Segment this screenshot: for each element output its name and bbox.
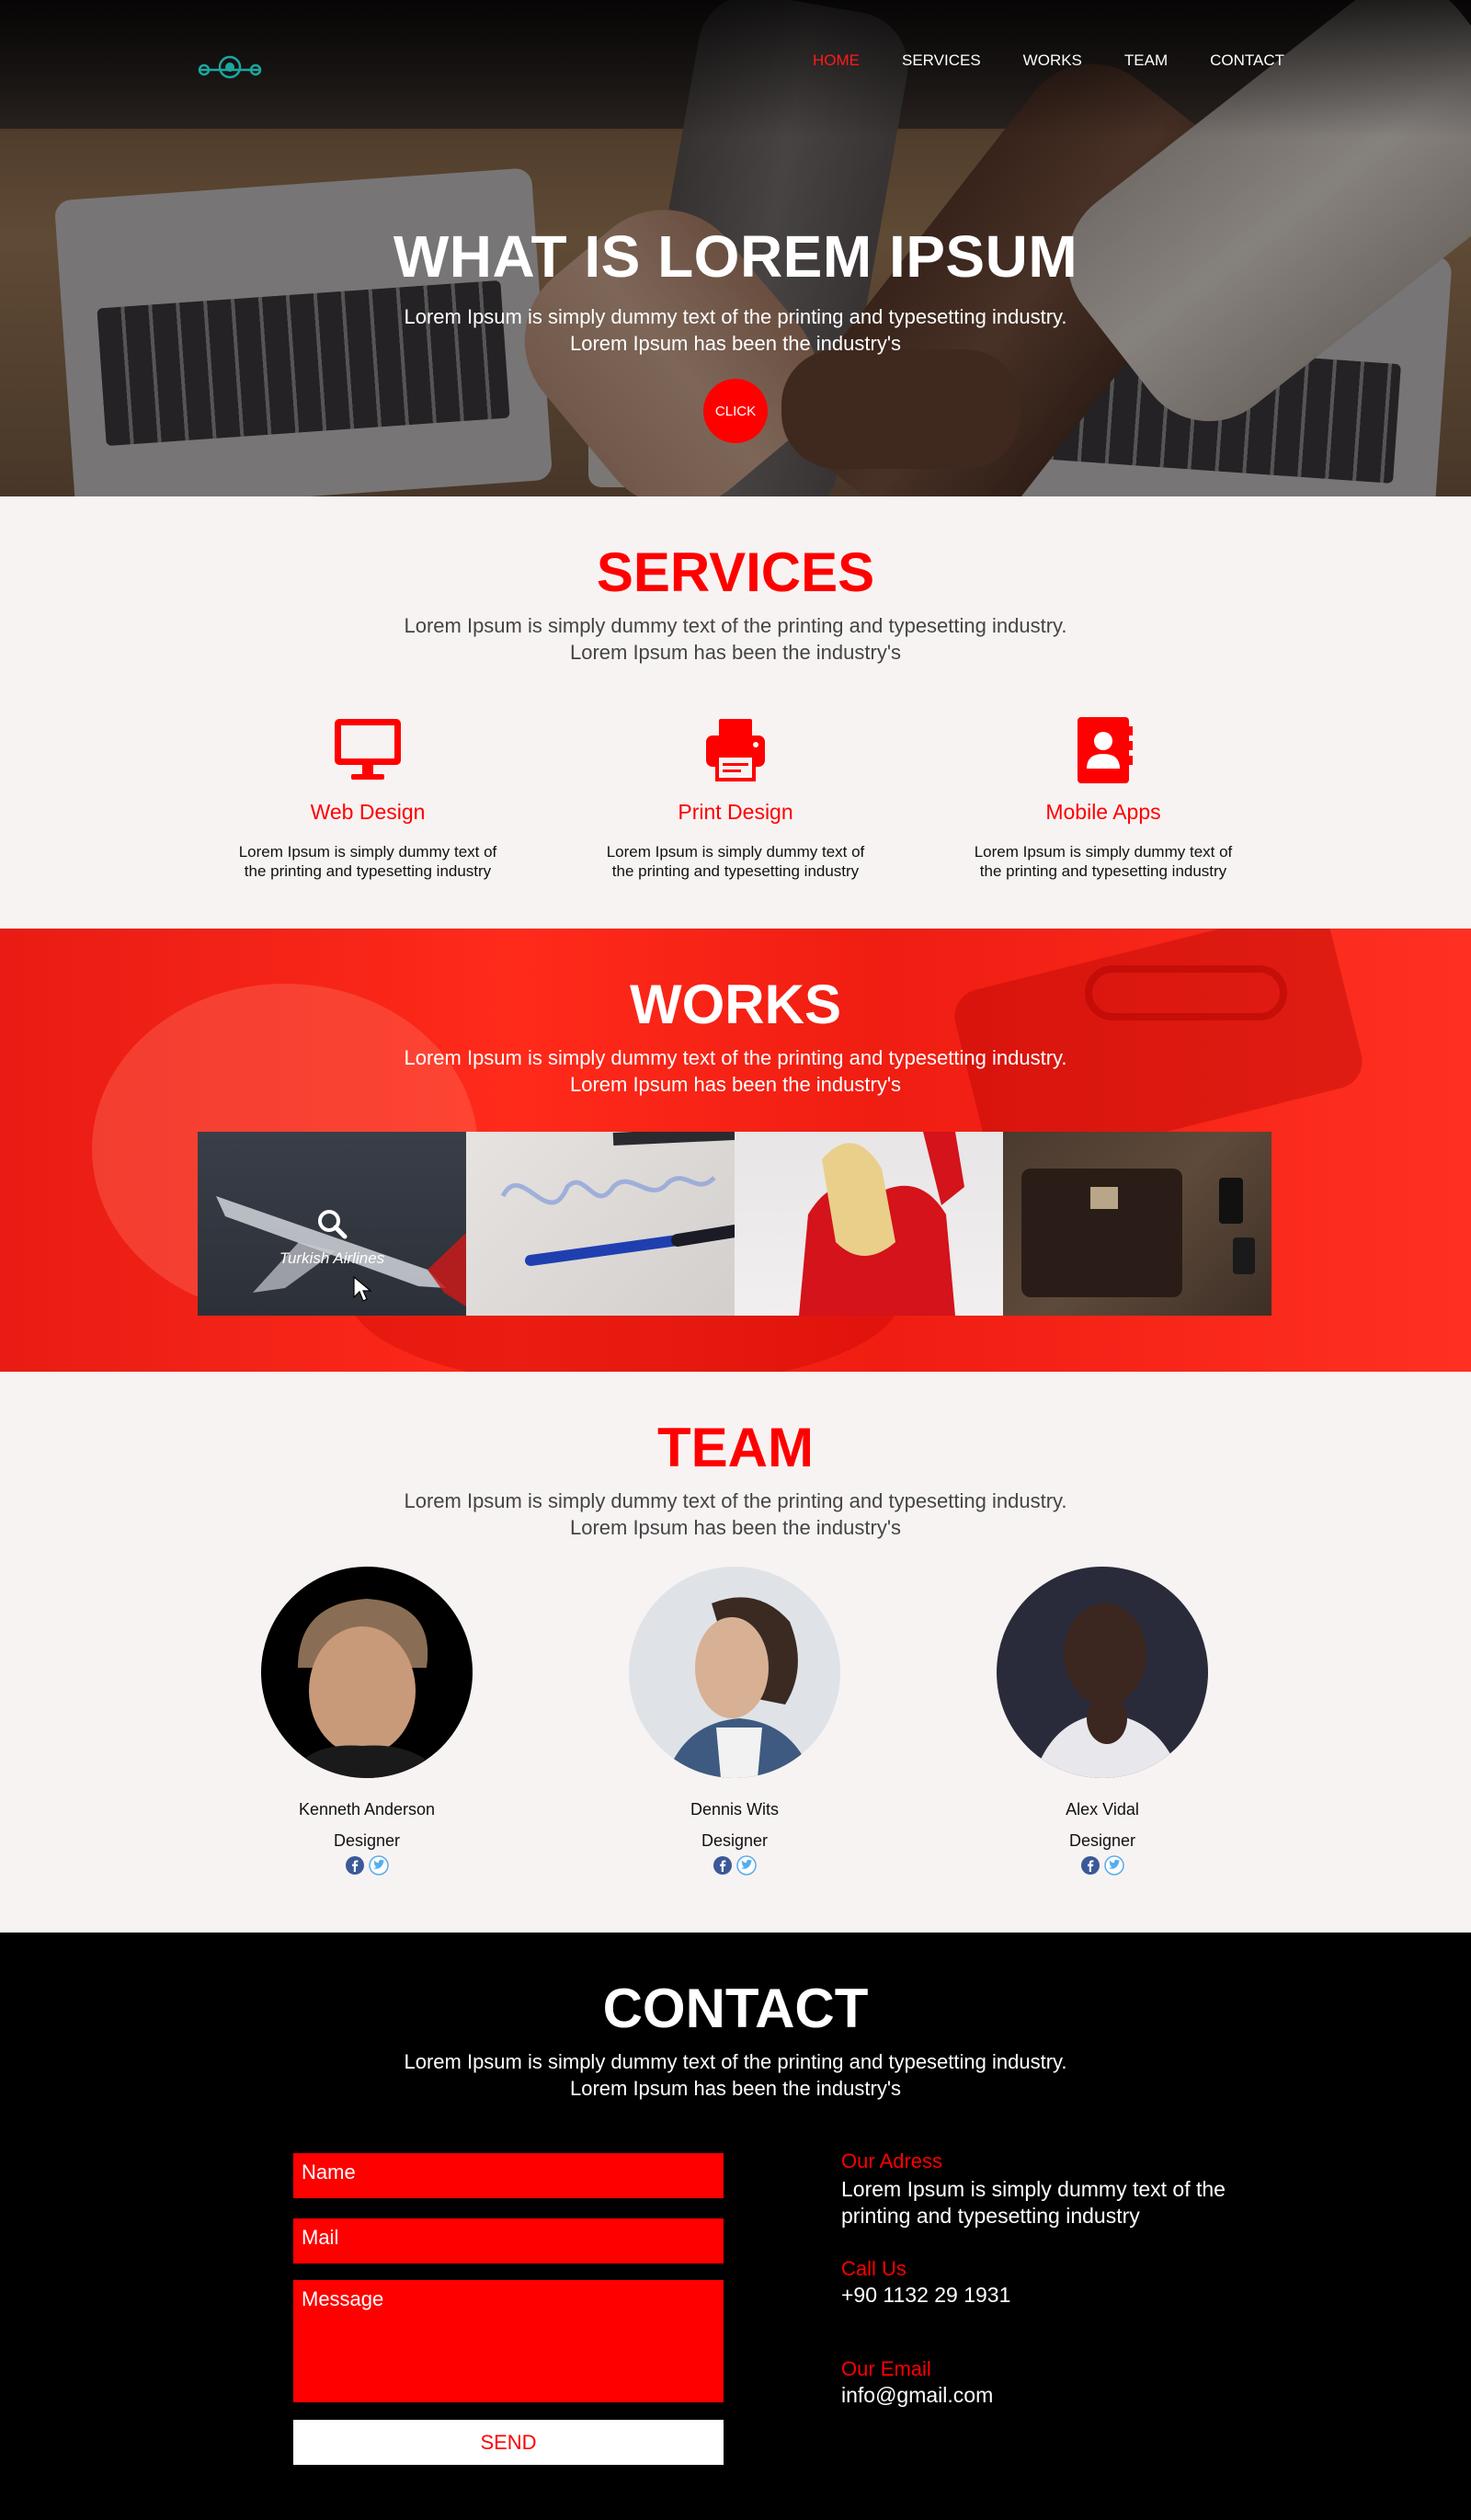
services-subtitle-line: Lorem Ipsum has been the industry's: [569, 641, 902, 664]
twitter-icon[interactable]: [1104, 1855, 1124, 1876]
work-tile-red-hoodie[interactable]: [735, 1132, 1003, 1316]
service-name: Mobile Apps: [1045, 800, 1161, 824]
main-nav: HOME SERVICES WORKS TEAM CONTACT: [813, 51, 1284, 70]
service-desc-line: Lorem Ipsum is simply dummy text of: [606, 843, 865, 861]
avatar: [997, 1567, 1208, 1778]
contact-subtitle: Lorem Ipsum is simply dummy text of the …: [0, 2048, 1471, 2102]
service-desc: Lorem Ipsum is simply dummy text of the …: [584, 842, 887, 881]
service-desc-line: Lorem Ipsum is simply dummy text of: [238, 843, 497, 861]
team-subtitle-line: Lorem Ipsum has been the industry's: [569, 1516, 902, 1539]
services-subtitle-line: Lorem Ipsum is simply dummy text of the …: [404, 614, 1067, 637]
hero-subtitle: Lorem Ipsum is simply dummy text of the …: [0, 303, 1471, 357]
member-social-links: [983, 1855, 1222, 1876]
message-field[interactable]: Message: [293, 2280, 724, 2402]
works-subtitle: Lorem Ipsum is simply dummy text of the …: [0, 1044, 1471, 1098]
phone-label: Call Us: [841, 2257, 907, 2280]
work-tile-airline[interactable]: Turkish Airlines: [198, 1132, 466, 1316]
contact-section: CONTACT Lorem Ipsum is simply dummy text…: [0, 1933, 1471, 2520]
service-name: Web Design: [310, 800, 426, 824]
services-section: SERVICES Lorem Ipsum is simply dummy tex…: [0, 496, 1471, 929]
phone-value[interactable]: +90 1132 29 1931: [841, 2282, 1319, 2309]
address-label: Our Adress: [841, 2149, 943, 2172]
name-field[interactable]: Name: [293, 2153, 724, 2198]
facebook-icon[interactable]: [713, 1855, 733, 1876]
search-icon[interactable]: [315, 1207, 348, 1240]
avatar: [629, 1567, 840, 1778]
nav-services[interactable]: SERVICES: [902, 51, 981, 70]
member-role: Designer: [1068, 1831, 1136, 1850]
service-desc: Lorem Ipsum is simply dummy text of the …: [216, 842, 519, 881]
works-subtitle-line: Lorem Ipsum has been the industry's: [569, 1073, 902, 1096]
service-print-design[interactable]: Print Design Lorem Ipsum is simply dummy…: [584, 713, 887, 881]
avatar-photo: [1033, 1603, 1180, 1778]
address-line: Lorem Ipsum is simply dummy text of the: [841, 2177, 1226, 2201]
address-line: printing and typesetting industry: [841, 2204, 1140, 2228]
nav-works[interactable]: WORKS: [1023, 51, 1082, 70]
team-subtitle: Lorem Ipsum is simply dummy text of the …: [0, 1488, 1471, 1541]
avatar-photo: [289, 1599, 445, 1778]
member-social-links: [247, 1855, 486, 1876]
mouse-cursor-icon: [353, 1275, 372, 1302]
services-subtitle: Lorem Ipsum is simply dummy text of the …: [0, 612, 1471, 666]
service-name: Print Design: [678, 800, 793, 824]
team-member-card: Alex Vidal Designer: [983, 1567, 1222, 1876]
lettering-image: [500, 1132, 735, 1266]
avatar-photo: [666, 1597, 813, 1778]
team-section: TEAM Lorem Ipsum is simply dummy text of…: [0, 1372, 1471, 1933]
nav-home[interactable]: HOME: [813, 51, 860, 70]
contact-subtitle-line: Lorem Ipsum is simply dummy text of the …: [404, 2050, 1067, 2073]
email-value[interactable]: info@gmail.com: [841, 2382, 1319, 2409]
team-title: TEAM: [657, 1417, 814, 1478]
nav-contact[interactable]: CONTACT: [1210, 51, 1284, 70]
service-desc-line: Lorem Ipsum is simply dummy text of: [974, 843, 1233, 861]
works-section: WORKS Lorem Ipsum is simply dummy text o…: [0, 929, 1471, 1372]
address-value: Lorem Ipsum is simply dummy text of the …: [841, 2176, 1319, 2229]
hero-section: HOME SERVICES WORKS TEAM CONTACT WHAT IS…: [0, 0, 1471, 496]
hero-title: WHAT IS LOREM IPSUM: [393, 223, 1078, 290]
contact-title: CONTACT: [602, 1978, 869, 2039]
service-desc: Lorem Ipsum is simply dummy text of the …: [952, 842, 1255, 881]
hero-subtitle-line: Lorem Ipsum is simply dummy text of the …: [404, 305, 1067, 328]
member-role: Designer: [333, 1831, 401, 1850]
service-web-design[interactable]: Web Design Lorem Ipsum is simply dummy t…: [216, 713, 519, 881]
nav-team[interactable]: TEAM: [1124, 51, 1168, 70]
service-desc-line: the printing and typesetting industry: [979, 862, 1227, 880]
avatar: [261, 1567, 473, 1778]
hero-click-button[interactable]: CLICK: [703, 379, 768, 443]
team-member-card: Dennis Wits Designer: [615, 1567, 854, 1876]
member-name: Dennis Wits: [690, 1800, 780, 1819]
service-mobile-apps[interactable]: Mobile Apps Lorem Ipsum is simply dummy …: [952, 713, 1255, 881]
mail-field[interactable]: Mail: [293, 2218, 724, 2263]
team-member-card: Kenneth Anderson Designer: [247, 1567, 486, 1876]
services-title: SERVICES: [596, 542, 875, 603]
service-desc-line: the printing and typesetting industry: [244, 862, 492, 880]
facebook-icon[interactable]: [345, 1855, 365, 1876]
member-name: Alex Vidal: [1066, 1800, 1139, 1819]
hoodie-image: [799, 1132, 964, 1316]
member-role: Designer: [701, 1831, 769, 1850]
member-social-links: [615, 1855, 854, 1876]
printer-icon: [706, 719, 765, 781]
works-title: WORKS: [630, 974, 841, 1035]
email-label: Our Email: [841, 2357, 931, 2380]
logo-icon[interactable]: [197, 51, 263, 85]
service-desc-line: the printing and typesetting industry: [611, 862, 860, 880]
work-tile-lettering[interactable]: [466, 1132, 735, 1316]
works-gallery: Turkish Airlines: [198, 1132, 1272, 1316]
contact-book-icon: [1078, 717, 1133, 783]
hero-subtitle-line: Lorem Ipsum has been the industry's: [569, 332, 902, 355]
contact-subtitle-line: Lorem Ipsum has been the industry's: [569, 2077, 902, 2100]
team-subtitle-line: Lorem Ipsum is simply dummy text of the …: [404, 1489, 1067, 1512]
desktop-icon: [335, 719, 401, 780]
twitter-icon[interactable]: [369, 1855, 389, 1876]
send-button[interactable]: SEND: [293, 2420, 724, 2465]
member-name: Kenneth Anderson: [298, 1800, 436, 1819]
twitter-icon[interactable]: [736, 1855, 757, 1876]
work-tile-briefcase[interactable]: [1003, 1132, 1271, 1316]
works-subtitle-line: Lorem Ipsum is simply dummy text of the …: [404, 1046, 1067, 1069]
briefcase-image: [1021, 1169, 1255, 1297]
work-tile-caption: Turkish Airlines: [279, 1249, 385, 1267]
facebook-icon[interactable]: [1080, 1855, 1100, 1876]
